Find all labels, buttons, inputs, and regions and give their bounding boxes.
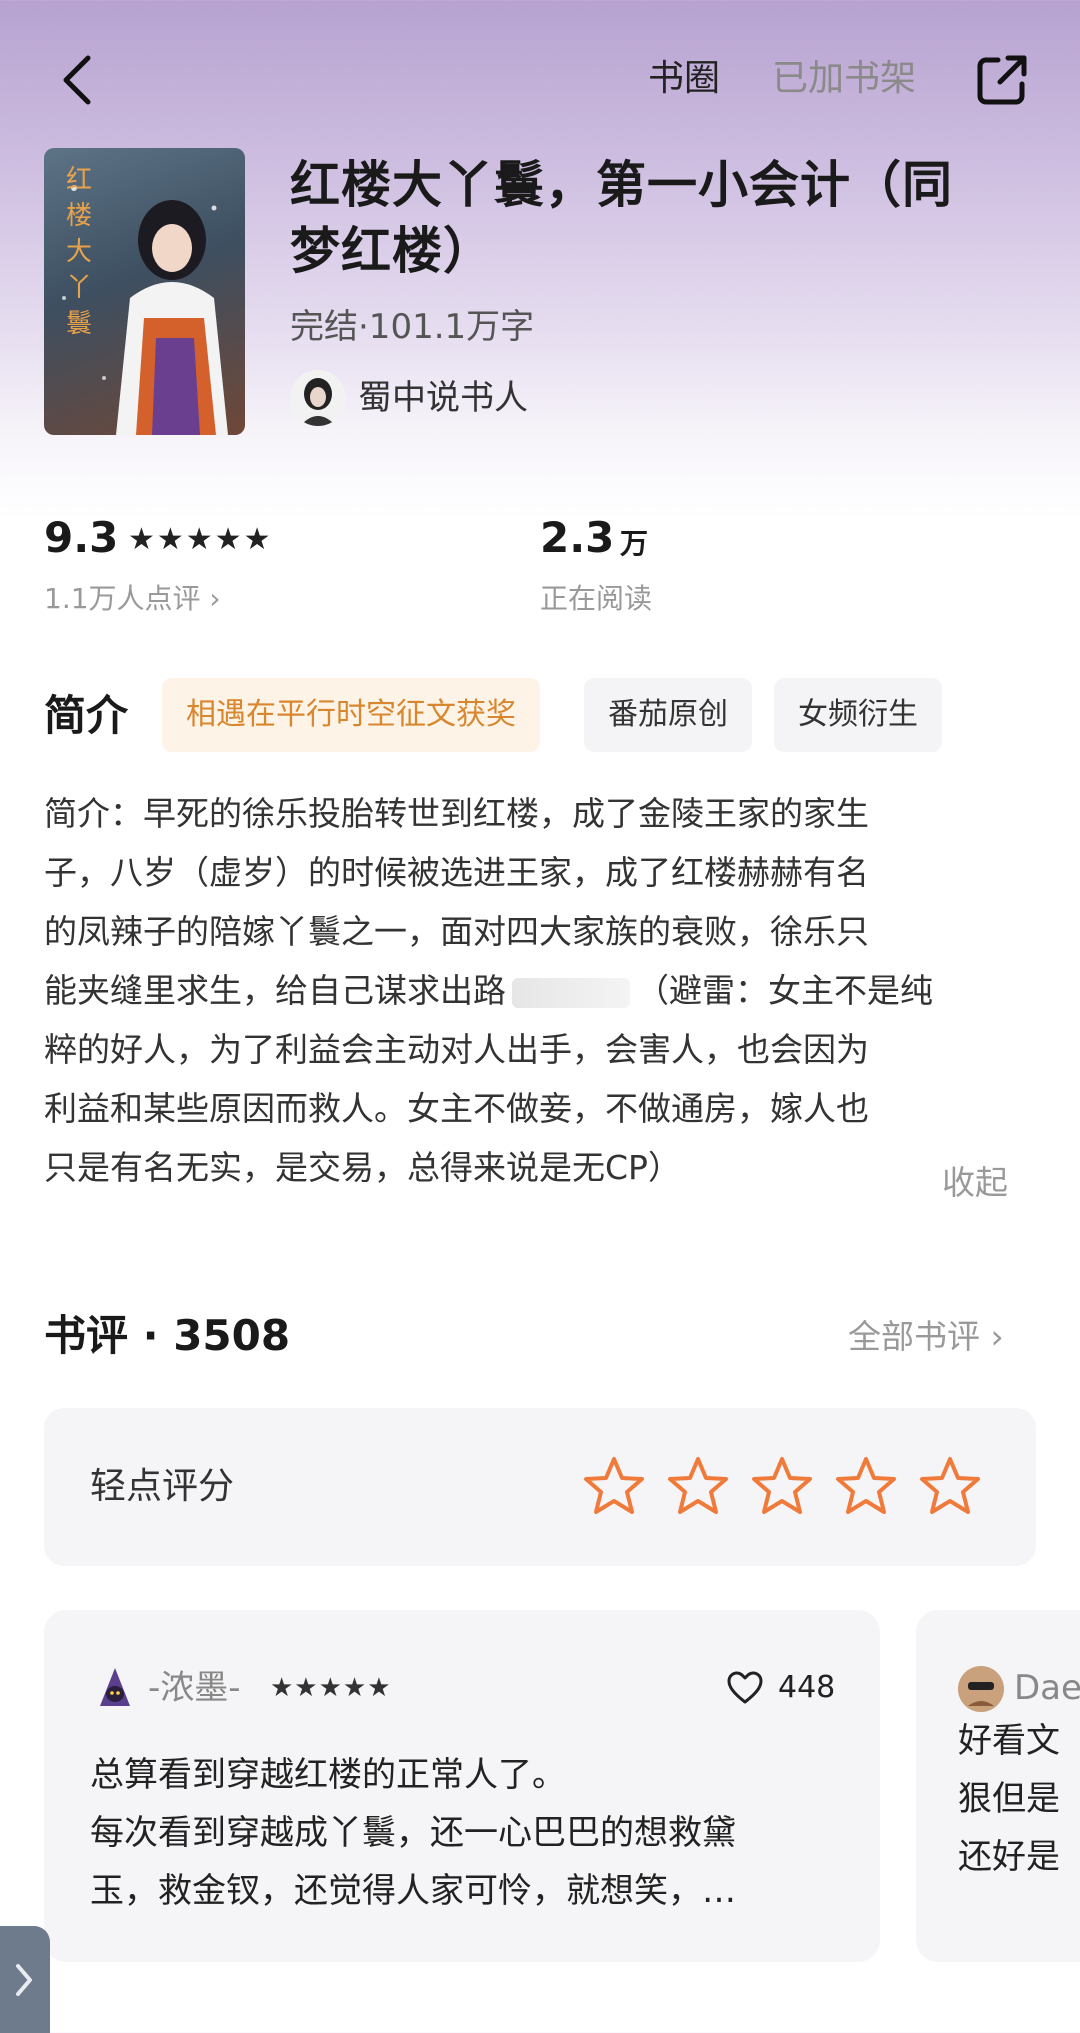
- share-button[interactable]: [972, 50, 1032, 110]
- tag-original[interactable]: 番茄原创: [584, 678, 752, 752]
- intro-line: 粹的好人，为了利益会主动对人出手，会害人，也会因为: [44, 1030, 869, 1069]
- all-reviews-link[interactable]: 全部书评 ›: [848, 1312, 1004, 1362]
- intro-text: 简介：早死的徐乐投胎转世到红楼，成了金陵王家的家生 子，八岁（虚岁）的时候被选进…: [44, 784, 1034, 1197]
- reviews-heading: 书评 · 3508: [44, 1311, 291, 1360]
- review-line: 每次看到穿越成丫鬟，还一心巴巴的想救黛: [90, 1813, 736, 1853]
- reviewer-name[interactable]: -浓墨-: [148, 1664, 241, 1712]
- added-to-shelf-button[interactable]: 已加书架: [772, 54, 916, 104]
- collapse-button[interactable]: 收起: [942, 1158, 1008, 1208]
- book-title-line-2: 梦红楼）: [290, 222, 494, 280]
- rating-count-link[interactable]: 1.1万人点评 ›: [44, 578, 221, 620]
- intro-line: 只是有名无实，是交易，总得来说是无CP）: [44, 1148, 681, 1187]
- intro-line: 的凤辣子的陪嫁丫鬟之一，面对四大家族的衰败，徐乐只: [44, 912, 869, 951]
- reading-label: 正在阅读: [540, 582, 653, 615]
- author-avatar-image: [300, 378, 336, 426]
- reviewer-avatar-image: [958, 1666, 1004, 1712]
- review-stars: ★★★★★: [270, 1673, 392, 1703]
- review-line: 玉，救金钗，还觉得人家可怜，就想笑，…: [90, 1871, 736, 1911]
- intro-heading: 简介: [44, 691, 129, 740]
- rate-star-4-icon[interactable]: [834, 1455, 898, 1517]
- share-icon: [977, 55, 1027, 105]
- tag-genre[interactable]: 女频衍生: [774, 678, 942, 752]
- back-button[interactable]: [52, 50, 112, 110]
- rate-star-2-icon[interactable]: [666, 1455, 730, 1517]
- reviewer-name[interactable]: Dae: [1014, 1664, 1080, 1712]
- rate-star-5-icon[interactable]: [918, 1455, 982, 1517]
- redacted-blur: [512, 977, 630, 1008]
- svg-text:大: 大: [66, 237, 92, 267]
- intro-line-part: （避雷：女主不是纯: [636, 971, 933, 1010]
- review-text: 总算看到穿越红楼的正常人了。 每次看到穿越成丫鬟，还一心巴巴的想救黛 玉，救金钗…: [90, 1746, 850, 1920]
- intro-line: 简介：早死的徐乐投胎转世到红楼，成了金陵王家的家生: [44, 794, 869, 833]
- author-name[interactable]: 蜀中说书人: [358, 372, 528, 424]
- review-line: 好看文: [958, 1721, 1060, 1761]
- intro-line: 能夹缝里求生，给自己谋求出路 （避雷：女主不是纯: [44, 961, 1034, 1020]
- svg-text:丫: 丫: [66, 273, 92, 303]
- intro-line: 子，八岁（虚岁）的时候被选进王家，成了红楼赫赫有名: [44, 853, 869, 892]
- reading-count-unit: 万: [620, 527, 649, 560]
- svg-text:楼: 楼: [66, 201, 92, 231]
- author-avatar[interactable]: [290, 370, 346, 426]
- svg-text:红: 红: [66, 165, 92, 195]
- intro-line-part: 能夹缝里求生，给自己谋求出路: [44, 971, 506, 1010]
- side-drawer-handle[interactable]: [0, 1926, 50, 2033]
- reviewer-avatar-image: [100, 1668, 130, 1706]
- review-line: 总算看到穿越红楼的正常人了。: [90, 1755, 566, 1795]
- book-status-wordcount: 完结·101.1万字: [290, 307, 535, 347]
- chevron-left-icon: [63, 55, 91, 105]
- review-text: 好看文 狠但是 还好是: [958, 1712, 1078, 1886]
- rate-label: 轻点评分: [90, 1466, 235, 1507]
- svg-text:鬟: 鬟: [66, 309, 92, 339]
- heart-icon[interactable]: [726, 1670, 764, 1706]
- book-title-line-1: 红楼大丫鬟，第一小会计（同: [290, 156, 953, 214]
- review-line: 还好是: [958, 1837, 1060, 1877]
- rate-star-3-icon[interactable]: [750, 1455, 814, 1517]
- review-line: 狠但是: [958, 1779, 1060, 1819]
- rating-stars: ★★★★★: [128, 522, 273, 557]
- book-cover[interactable]: 红 楼 大 丫 鬟: [44, 148, 245, 435]
- reviewer-avatar[interactable]: [958, 1666, 1004, 1712]
- cover-illustration: 红 楼 大 丫 鬟: [62, 165, 228, 435]
- like-count: 448: [778, 1670, 836, 1705]
- reading-count: 2.3: [540, 513, 615, 562]
- book-title: 红楼大丫鬟，第一小会计（同 梦红楼）: [290, 152, 1050, 284]
- rating-score: 9.3: [44, 513, 119, 562]
- book-circle-link[interactable]: 书圈: [648, 54, 720, 104]
- reviewer-avatar[interactable]: [92, 1666, 138, 1712]
- chevron-right-icon: [16, 1964, 32, 1996]
- rate-star-1-icon[interactable]: [582, 1455, 646, 1517]
- intro-line: 利益和某些原因而救人。女主不做妾，不做通房，嫁人也: [44, 1089, 869, 1128]
- tag-award[interactable]: 相遇在平行时空征文获奖: [162, 678, 540, 752]
